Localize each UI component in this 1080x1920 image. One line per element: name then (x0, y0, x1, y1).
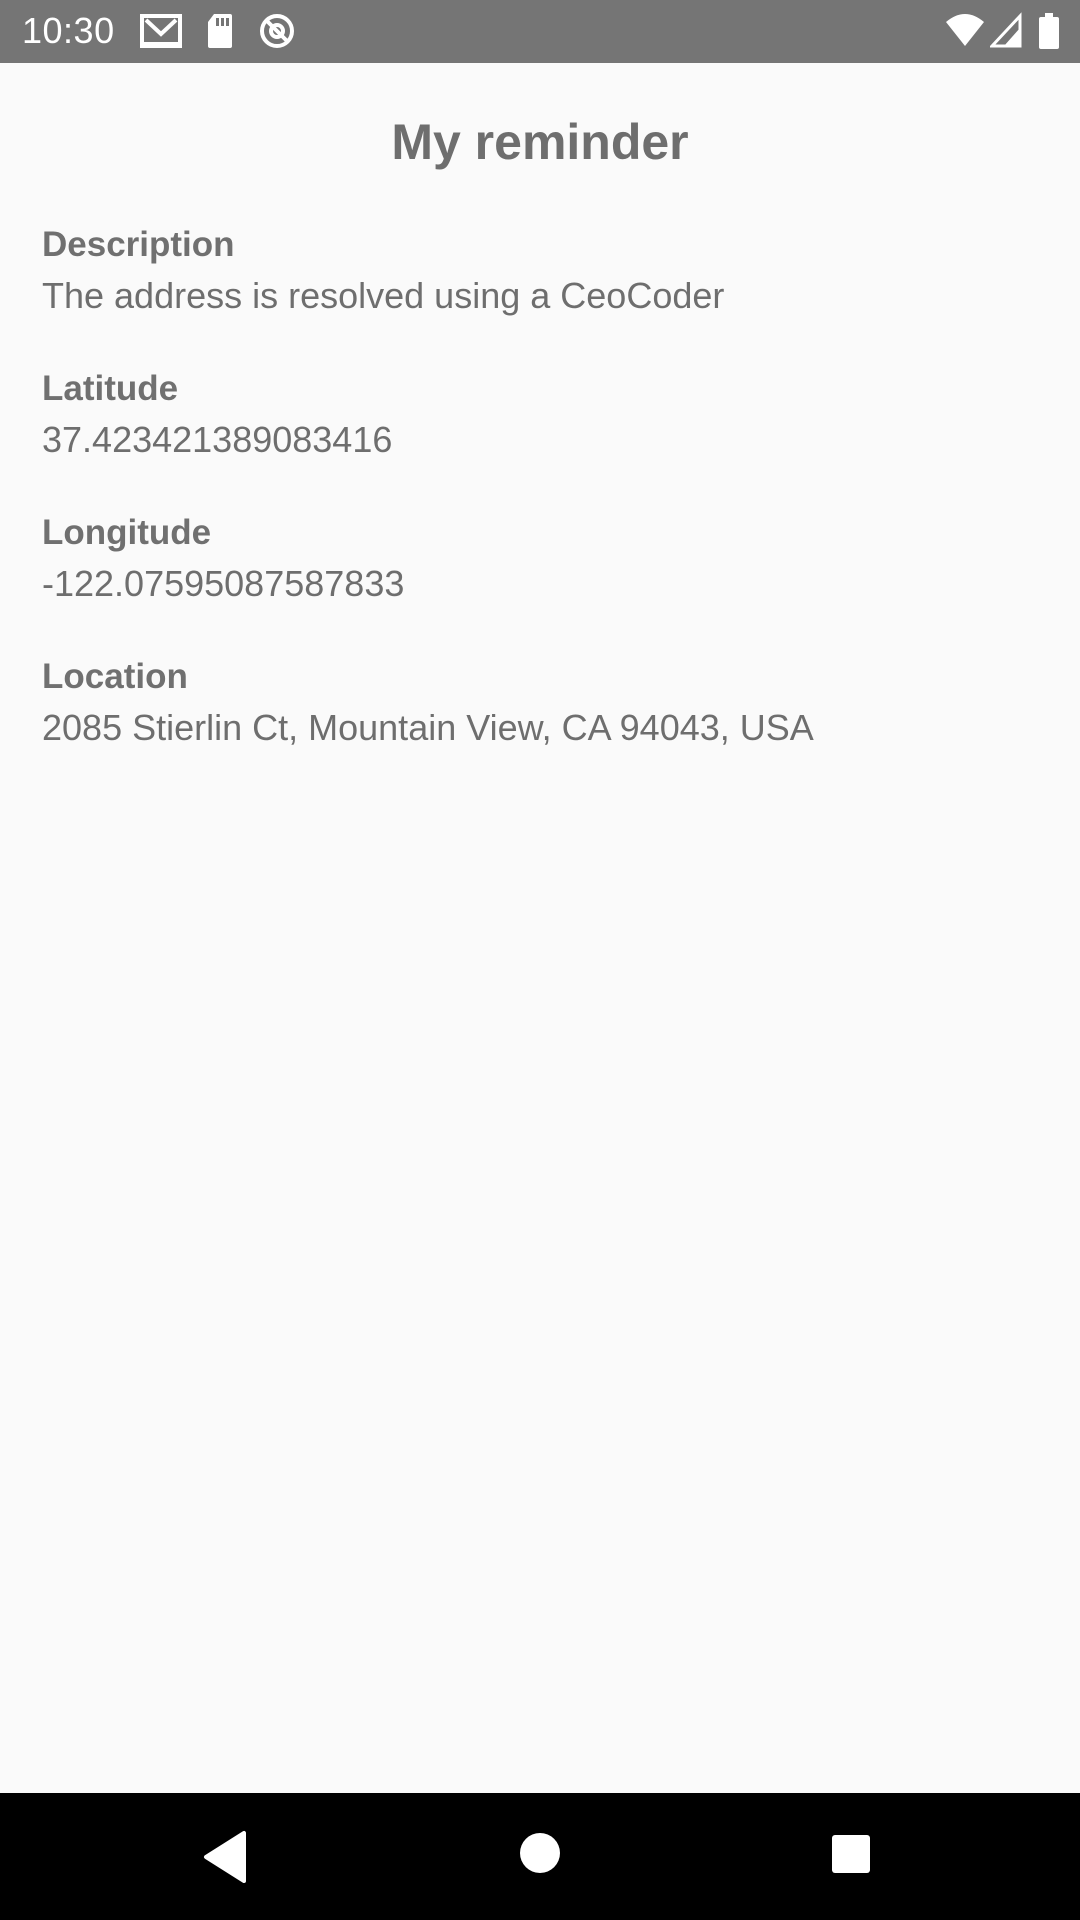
status-bar: 10:30 (0, 0, 1080, 63)
longitude-label: Longitude (42, 513, 212, 552)
description-label: Description (42, 225, 235, 264)
recents-icon[interactable] (830, 1833, 872, 1875)
app-screen: 10:30 My reminder Description The addres… (0, 0, 1080, 1920)
status-time: 10:30 (22, 10, 115, 51)
latitude-value: 37.423421389083416 (42, 419, 393, 460)
battery-icon (1039, 13, 1059, 49)
gmail-icon (140, 14, 182, 48)
description-value: The address is resolved using a CeoCoder (42, 275, 725, 316)
location-value: 2085 Stierlin Ct, Mountain View, CA 9404… (42, 707, 814, 748)
location-label: Location (42, 657, 188, 696)
longitude-value: -122.07595087587833 (42, 563, 405, 604)
page-title: My reminder (391, 114, 689, 170)
navigation-bar (0, 1793, 1080, 1920)
no-disturb-icon (260, 14, 294, 48)
cell-signal-icon (990, 12, 1022, 48)
latitude-label: Latitude (42, 369, 179, 408)
wifi-icon (946, 14, 984, 46)
sd-card-icon (208, 14, 232, 48)
back-icon[interactable] (200, 1827, 250, 1887)
home-icon[interactable] (516, 1829, 564, 1877)
